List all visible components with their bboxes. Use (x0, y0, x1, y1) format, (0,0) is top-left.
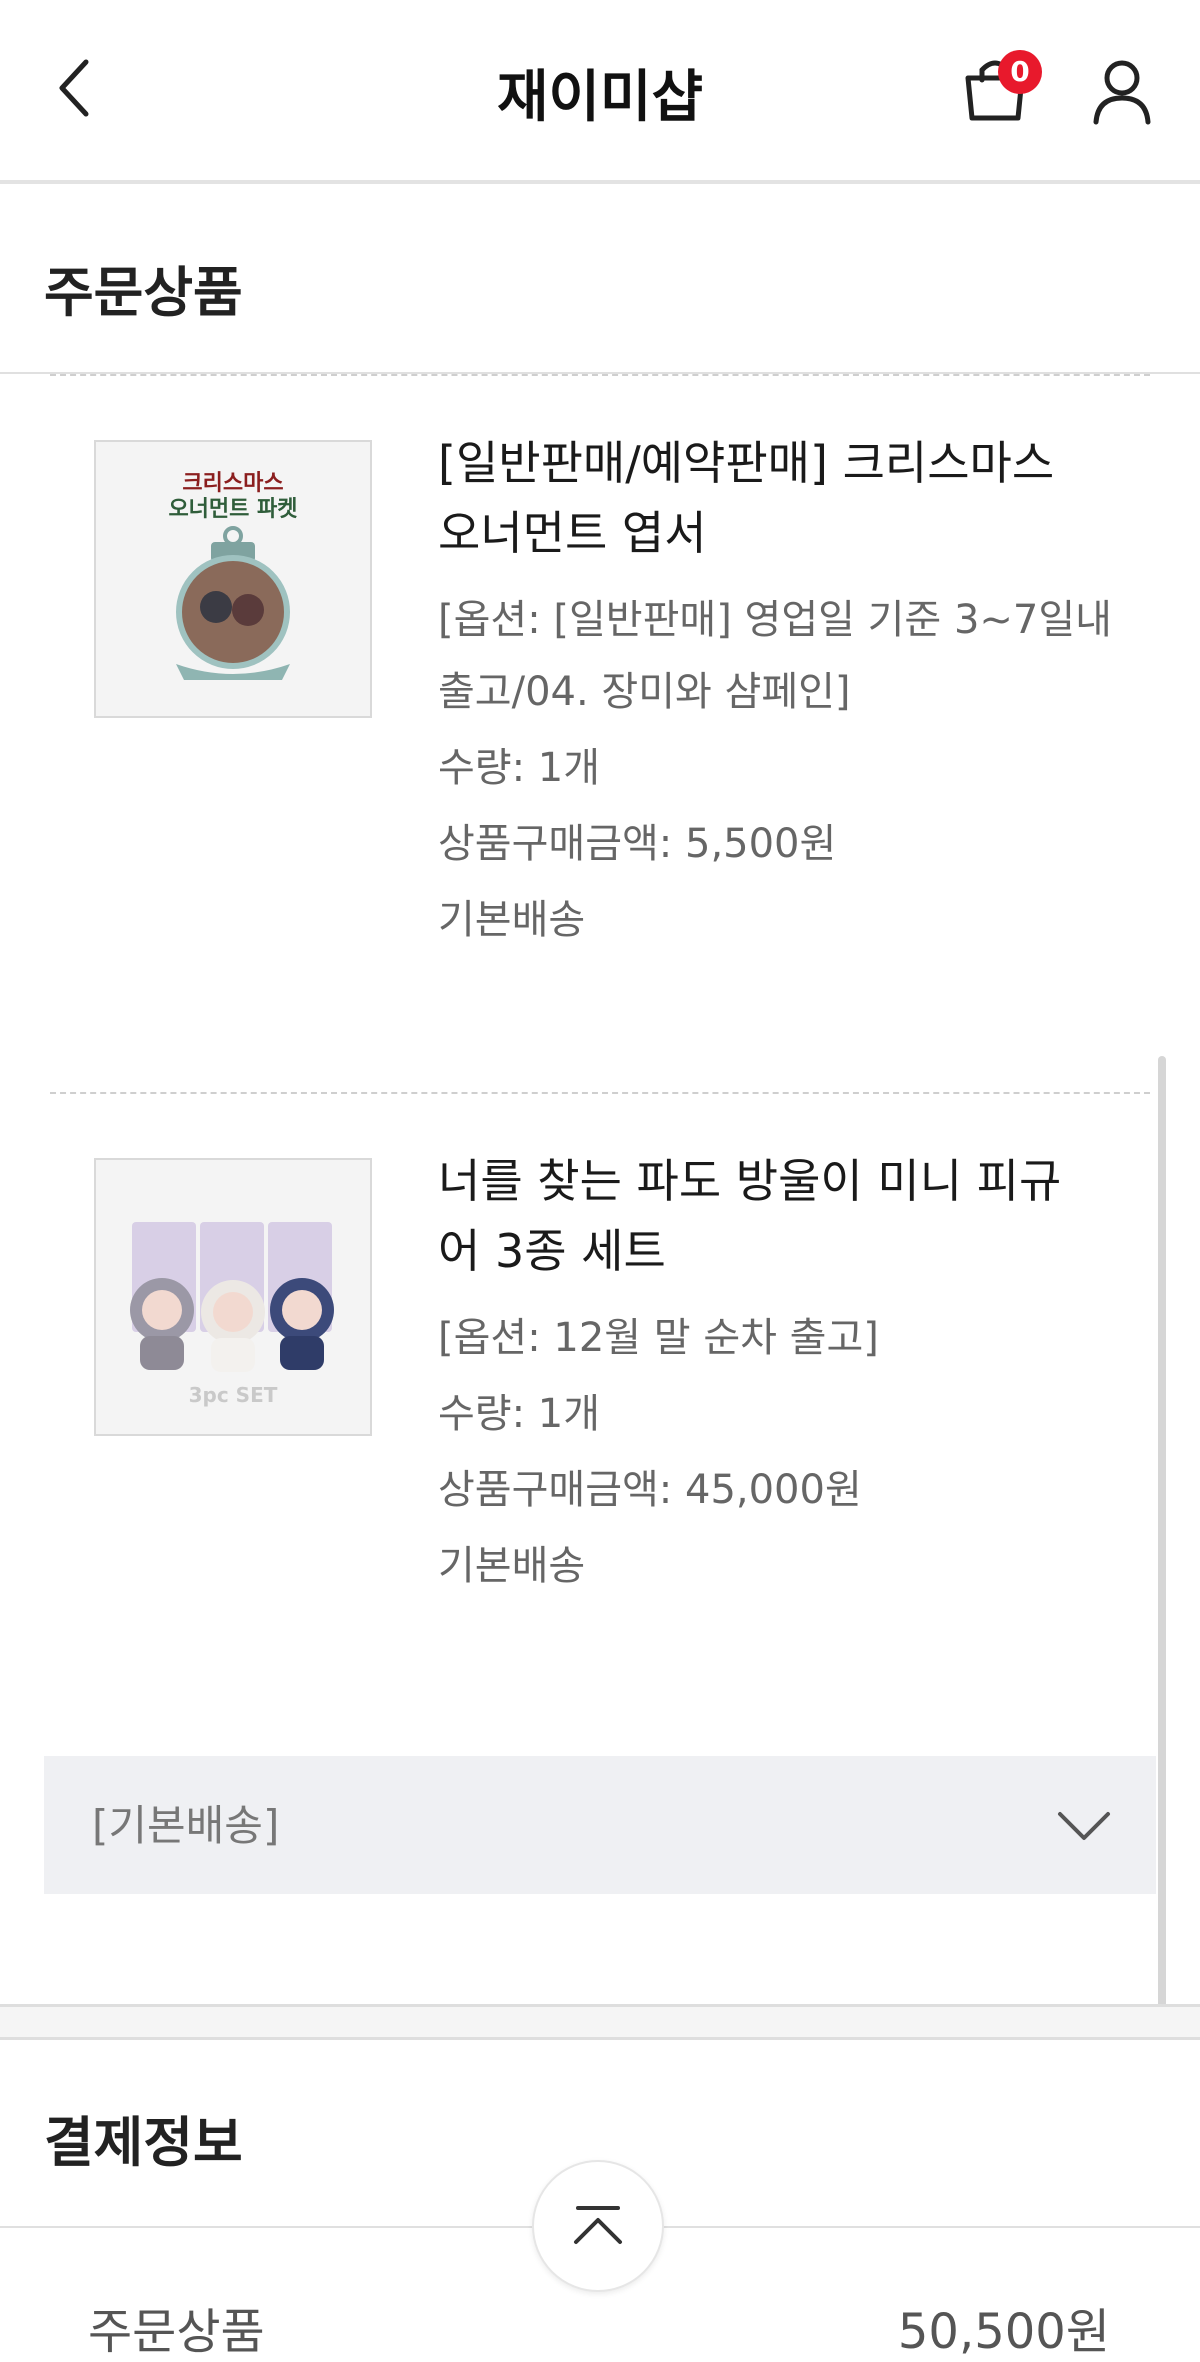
user-icon (1093, 60, 1151, 125)
item-dashed-divider (50, 374, 1150, 376)
product-name-line1[interactable]: [일반판매/예약판매] 크리스마스 (438, 428, 1118, 498)
product-price: 상품구매금액: 5,500원 (438, 821, 837, 867)
product-shipping-type: 기본배송 (438, 897, 586, 943)
top-header: 재이미샵 0 (0, 0, 1200, 184)
product-name-line1[interactable]: 너를 찾는 파도 방울이 미니 피규 (438, 1146, 1118, 1216)
product-option-line2: 출고/04. 장미와 샴페인] (438, 669, 851, 715)
product-price: 상품구매금액: 45,000원 (438, 1467, 862, 1513)
scroll-to-top-button[interactable] (532, 2160, 664, 2292)
product-thumbnail-ornament-postcard[interactable]: 크리스마스 오너먼트 파켓 (94, 440, 372, 718)
cart-count-badge: 0 (998, 50, 1042, 94)
my-account-button[interactable] (1090, 58, 1154, 126)
summary-row-label: 주문상품 (88, 2304, 265, 2360)
product-shipping-type: 기본배송 (438, 1543, 586, 1589)
thumb-title-line2: 오너먼트 파켓 (168, 497, 297, 522)
chevron-down-icon (1058, 1812, 1110, 1840)
product-quantity: 수량: 1개 (438, 745, 601, 791)
summary-row-value: 50,500원 (897, 2304, 1110, 2360)
mini-figure-set-image: 3pc SET (96, 1160, 370, 1434)
product-name-line2[interactable]: 어 3종 세트 (438, 1216, 1118, 1286)
thumb-badge-text: 3pc SET (189, 1383, 278, 1407)
scrollbar[interactable] (1158, 1056, 1166, 2036)
product-thumbnail-mini-figure-set[interactable]: 3pc SET (94, 1158, 372, 1436)
payment-section-title: 결제정보 (44, 2111, 243, 2174)
section-separator (0, 2004, 1200, 2040)
shipping-group-label: [기본배송] (92, 1801, 280, 1850)
product-name-line2[interactable]: 오너먼트 엽서 (438, 498, 1118, 568)
ornament-postcard-image: 크리스마스 오너먼트 파켓 (96, 442, 370, 716)
product-option-line1: [옵션: [일반판매] 영업일 기준 3~7일내 (438, 597, 1112, 643)
thumb-title-line1: 크리스마스 (182, 471, 283, 496)
product-quantity: 수량: 1개 (438, 1391, 601, 1437)
shipping-group-toggle[interactable]: [기본배송] (44, 1756, 1156, 1894)
item-dashed-divider (50, 1092, 1150, 1094)
order-section-title: 주문상품 (44, 261, 243, 324)
scroll-top-icon (574, 2206, 622, 2244)
product-option-line1: [옵션: 12월 말 순차 출고] (438, 1315, 879, 1361)
